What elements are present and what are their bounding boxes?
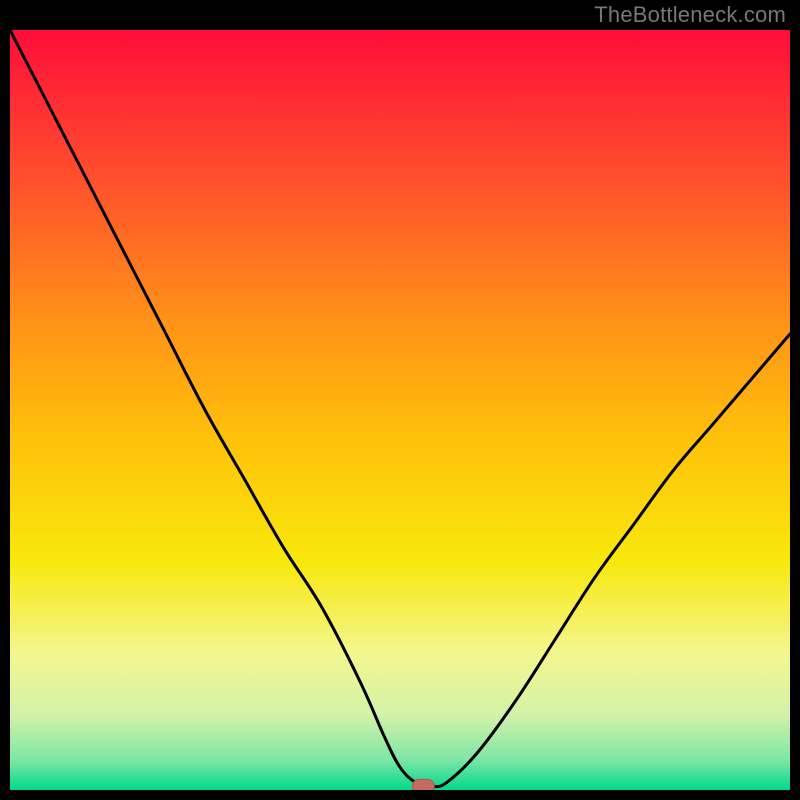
chart-svg	[10, 30, 790, 790]
chart-frame: TheBottleneck.com	[0, 0, 800, 800]
plot-area	[10, 30, 790, 790]
watermark-label: TheBottleneck.com	[594, 2, 786, 28]
optimal-marker	[412, 779, 434, 790]
gradient-background	[10, 30, 790, 790]
